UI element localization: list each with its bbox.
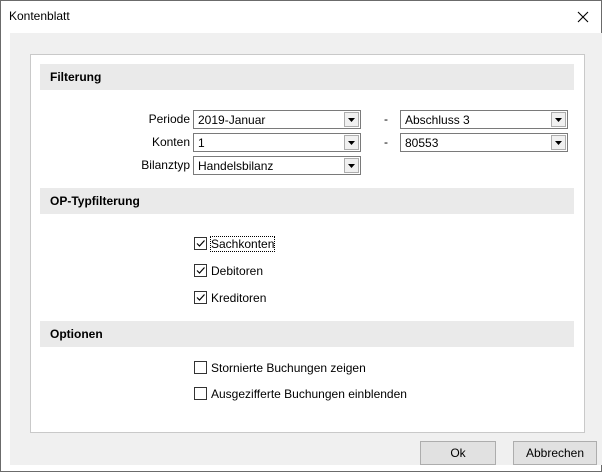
- periode-to-select[interactable]: Abschluss 3: [400, 110, 568, 129]
- close-icon: [577, 11, 589, 23]
- bilanztyp-label: Bilanztyp: [141, 158, 190, 172]
- chevron-down-icon[interactable]: [344, 135, 359, 150]
- stornierte-buchungen-label: Stornierte Buchungen zeigen: [211, 361, 366, 375]
- checkmark-icon: [196, 294, 205, 301]
- bilanztyp-select[interactable]: Handelsbilanz: [193, 156, 361, 175]
- chevron-down-icon[interactable]: [551, 112, 566, 127]
- ok-button[interactable]: Ok: [420, 441, 496, 465]
- cancel-button[interactable]: Abbrechen: [513, 441, 597, 465]
- sachkonten-label: Sachkonten: [209, 236, 276, 252]
- range-separator: -: [384, 112, 388, 126]
- section-title: OP-Typfilterung: [50, 194, 140, 208]
- section-optionen: Optionen: [40, 321, 574, 347]
- chevron-down-icon[interactable]: [344, 158, 359, 173]
- konten-from-select[interactable]: 1: [193, 133, 361, 152]
- konten-to-select[interactable]: 80553: [400, 133, 568, 152]
- checkmark-icon: [196, 240, 205, 247]
- close-button[interactable]: [565, 1, 601, 33]
- checkbox-box[interactable]: [194, 291, 207, 304]
- kreditoren-label: Kreditoren: [211, 291, 267, 305]
- checkbox-box[interactable]: [194, 387, 207, 400]
- section-title: Optionen: [50, 327, 103, 341]
- chevron-down-icon[interactable]: [551, 135, 566, 150]
- range-separator: -: [384, 135, 388, 149]
- ausgezifferte-buchungen-label: Ausgezifferte Buchungen einblenden: [211, 387, 407, 401]
- debitoren-label: Debitoren: [211, 264, 264, 278]
- checkbox-box[interactable]: [194, 361, 207, 374]
- checkbox-box[interactable]: [194, 237, 207, 250]
- periode-from-select[interactable]: 2019-Januar: [193, 110, 361, 129]
- checkmark-icon: [196, 267, 205, 274]
- kontenblatt-dialog: Kontenblatt Filterung Periode 2019-Janua…: [0, 0, 602, 472]
- section-op-typfilterung: OP-Typfilterung: [40, 188, 574, 214]
- title-bar: Kontenblatt: [1, 1, 601, 33]
- dialog-body: Filterung Periode 2019-Januar - Abschlus…: [10, 33, 602, 465]
- periode-label: Periode: [148, 112, 190, 126]
- chevron-down-icon[interactable]: [344, 112, 359, 127]
- settings-panel: Filterung Periode 2019-Januar - Abschlus…: [30, 54, 585, 433]
- section-title: Filterung: [50, 70, 102, 84]
- window-title: Kontenblatt: [9, 9, 70, 23]
- section-filterung: Filterung: [40, 64, 574, 90]
- checkbox-box[interactable]: [194, 264, 207, 277]
- konten-label: Konten: [151, 135, 190, 149]
